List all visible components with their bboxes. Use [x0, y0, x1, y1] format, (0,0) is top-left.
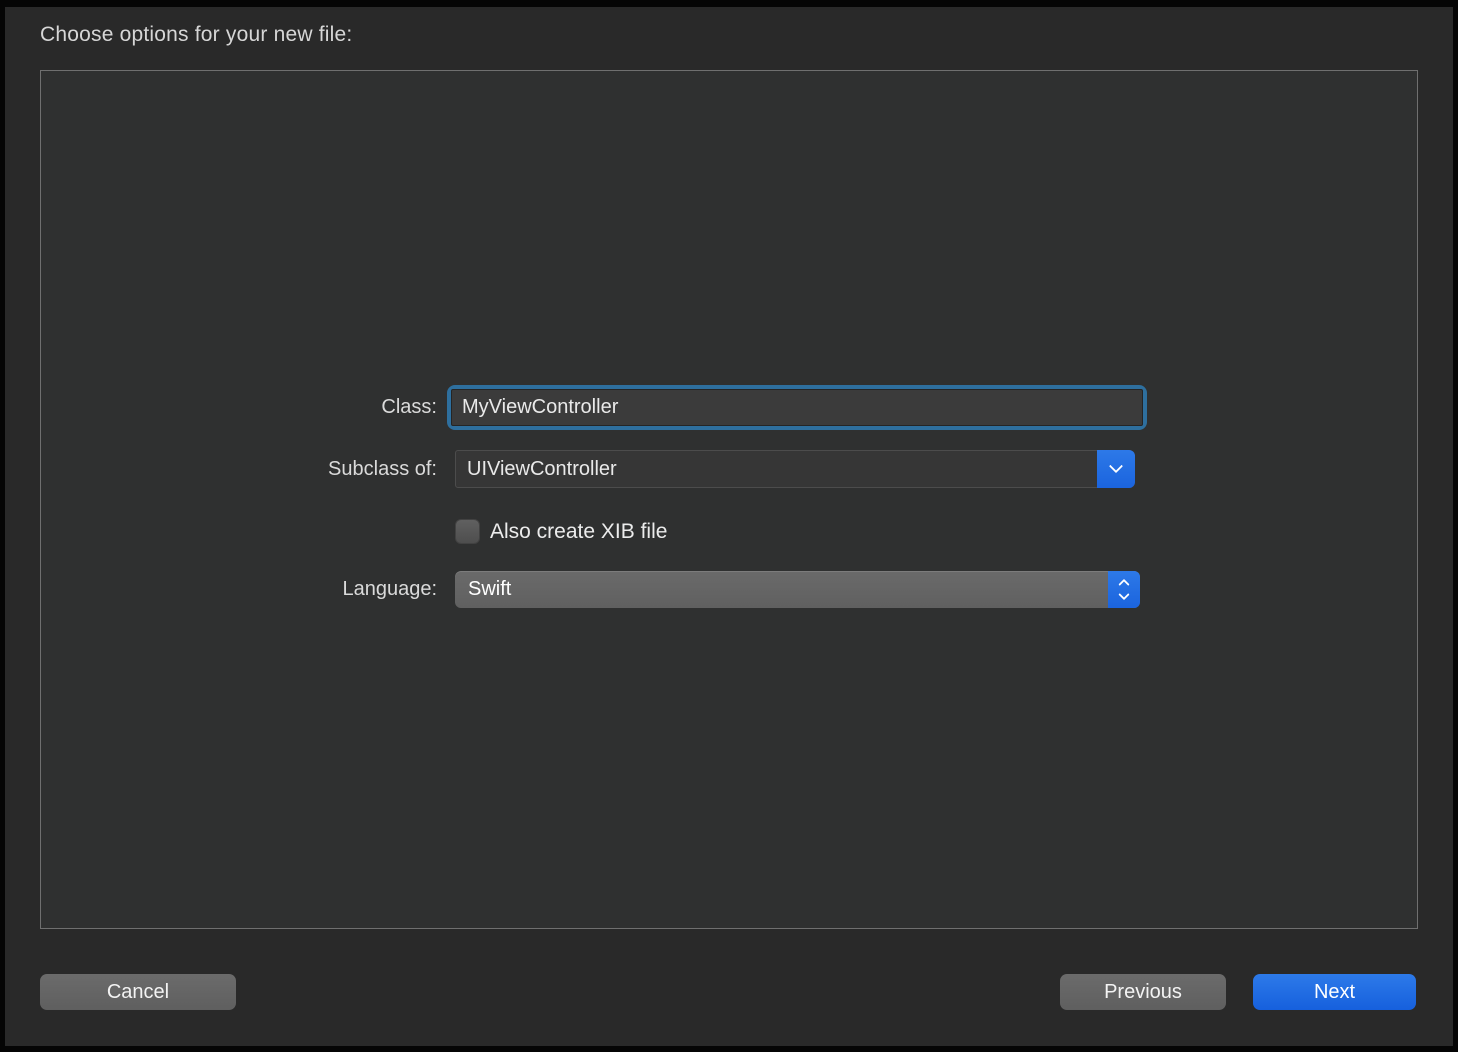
chevron-down-icon [1109, 459, 1123, 473]
also-create-xib-label[interactable]: Also create XIB file [490, 519, 667, 544]
cancel-button[interactable]: Cancel [40, 974, 236, 1010]
class-input[interactable] [451, 389, 1143, 426]
dialog-title: Choose options for your new file: [40, 23, 352, 47]
next-button[interactable]: Next [1253, 974, 1416, 1010]
subclass-combo-box[interactable]: UIViewController [455, 450, 1135, 488]
also-create-xib-checkbox[interactable] [455, 519, 480, 544]
subclass-combo-value[interactable]: UIViewController [467, 451, 1094, 487]
language-popup-button[interactable]: Swift [455, 571, 1140, 608]
class-label: Class: [5, 385, 437, 430]
subclass-dropdown-button[interactable] [1097, 450, 1135, 488]
language-popup-value: Swift [468, 571, 1100, 608]
class-field-focus-ring [447, 385, 1147, 430]
previous-button[interactable]: Previous [1060, 974, 1226, 1010]
language-label: Language: [5, 571, 437, 608]
language-stepper-button[interactable] [1108, 571, 1140, 608]
new-file-options-dialog: Choose options for your new file: Class:… [5, 7, 1453, 1046]
subclass-of-label: Subclass of: [5, 450, 437, 488]
chevron-down-icon [1118, 589, 1129, 600]
options-panel [40, 70, 1418, 929]
